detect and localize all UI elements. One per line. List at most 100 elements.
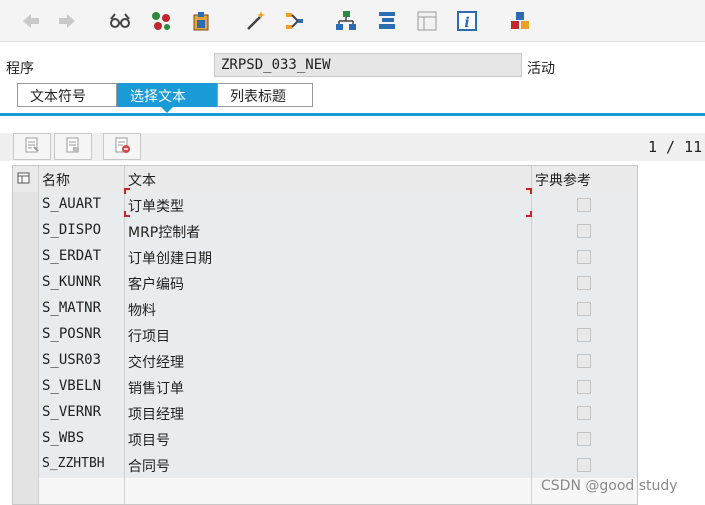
tab-selection-texts[interactable]: 选择文本 bbox=[117, 83, 217, 113]
table-header-row: 名称 文本 字典参考 bbox=[13, 166, 637, 192]
row-selector[interactable] bbox=[13, 374, 39, 400]
dictionary-ref-checkbox[interactable] bbox=[577, 198, 591, 212]
selection-text-input[interactable]: 物料 bbox=[125, 296, 532, 322]
dictionary-ref-checkbox[interactable] bbox=[577, 380, 591, 394]
glasses-display-icon[interactable] bbox=[107, 8, 133, 34]
selection-name: S_VERNR bbox=[39, 400, 125, 426]
dictionary-ref-cell bbox=[532, 400, 637, 426]
row-selector[interactable] bbox=[13, 218, 39, 244]
empty-text-cell[interactable] bbox=[125, 478, 532, 504]
table-row: S_ZZHTBH 合同号 bbox=[13, 452, 637, 478]
table-toolbar bbox=[0, 133, 705, 161]
dictionary-ref-cell bbox=[532, 426, 637, 452]
tab-text-symbols[interactable]: 文本符号 bbox=[17, 83, 117, 107]
dictionary-ref-checkbox[interactable] bbox=[577, 302, 591, 316]
selection-name: S_AUART bbox=[39, 192, 125, 218]
table-row: S_ERDAT 订单创建日期 bbox=[13, 244, 637, 270]
selection-name: S_KUNNR bbox=[39, 270, 125, 296]
dictionary-ref-cell bbox=[532, 192, 637, 218]
tab-strip: 文本符号 选择文本 列表标题 bbox=[17, 83, 313, 113]
dictionary-ref-checkbox[interactable] bbox=[577, 276, 591, 290]
row-selector[interactable] bbox=[13, 322, 39, 348]
svg-text:i: i bbox=[464, 15, 469, 31]
dictionary-ref-checkbox[interactable] bbox=[577, 328, 591, 342]
dictionary-ref-cell bbox=[532, 452, 637, 478]
row-selector[interactable] bbox=[13, 192, 39, 218]
program-label: 程序 bbox=[6, 61, 34, 77]
selection-name: S_DISPO bbox=[39, 218, 125, 244]
tab-list-headings[interactable]: 列表标题 bbox=[217, 83, 313, 107]
dictionary-ref-checkbox[interactable] bbox=[577, 406, 591, 420]
selection-name: S_MATNR bbox=[39, 296, 125, 322]
object-list-icon[interactable] bbox=[148, 8, 174, 34]
selection-text-input[interactable]: 客户编码 bbox=[125, 270, 532, 296]
selection-name: S_VBELN bbox=[39, 374, 125, 400]
selection-text-input[interactable]: 行项目 bbox=[125, 322, 532, 348]
selection-name: S_POSNR bbox=[39, 322, 125, 348]
dictionary-ref-checkbox[interactable] bbox=[577, 224, 591, 238]
watermark-text: CSDN @good study bbox=[541, 478, 678, 494]
application-toolbar: i bbox=[0, 0, 705, 42]
dictionary-ref-cell bbox=[532, 218, 637, 244]
program-status: 活动 bbox=[527, 61, 555, 77]
selection-text-input[interactable]: MRP控制者 bbox=[125, 218, 532, 244]
table-row: S_VERNR 项目经理 bbox=[13, 400, 637, 426]
document-delete-icon bbox=[113, 136, 131, 158]
selection-text-input[interactable]: 合同号 bbox=[125, 452, 532, 478]
selection-name: S_WBS bbox=[39, 426, 125, 452]
info-icon[interactable]: i bbox=[454, 8, 480, 34]
table-row: S_POSNR 行项目 bbox=[13, 322, 637, 348]
row-selector[interactable] bbox=[13, 244, 39, 270]
dictionary-ref-checkbox[interactable] bbox=[577, 250, 591, 264]
magic-wand-icon[interactable] bbox=[243, 8, 269, 34]
dictionary-ref-cell bbox=[532, 348, 637, 374]
dictionary-ref-checkbox[interactable] bbox=[577, 354, 591, 368]
dictionary-ref-checkbox[interactable] bbox=[577, 432, 591, 446]
clipboard-icon[interactable] bbox=[188, 8, 214, 34]
row-selector[interactable] bbox=[13, 400, 39, 426]
column-header-dictionary-ref[interactable]: 字典参考 bbox=[532, 166, 637, 192]
delete-row-button[interactable] bbox=[103, 133, 141, 160]
focus-corner-mark bbox=[526, 188, 532, 194]
forward-arrow-icon[interactable] bbox=[54, 8, 80, 34]
selection-text-input[interactable]: 订单类型 bbox=[125, 192, 532, 218]
column-header-name[interactable]: 名称 bbox=[39, 166, 125, 192]
row-selector[interactable] bbox=[13, 270, 39, 296]
empty-name-cell bbox=[39, 478, 125, 504]
selection-name: S_ERDAT bbox=[39, 244, 125, 270]
back-arrow-icon[interactable] bbox=[18, 8, 44, 34]
selection-text-input[interactable]: 订单创建日期 bbox=[125, 244, 532, 270]
select-all-button[interactable] bbox=[54, 133, 92, 160]
table-row: S_AUART 订单类型 bbox=[13, 192, 637, 218]
document-select-icon bbox=[64, 136, 82, 158]
selection-text-table: 名称 文本 字典参考 S_AUART 订单类型 S_DISPO MRP控制者 S… bbox=[12, 165, 638, 505]
navigation-icon[interactable] bbox=[374, 8, 400, 34]
window-layout-icon[interactable] bbox=[414, 8, 440, 34]
where-used-icon[interactable] bbox=[281, 8, 307, 34]
selection-text-input[interactable]: 销售订单 bbox=[125, 374, 532, 400]
dictionary-ref-cell bbox=[532, 270, 637, 296]
dictionary-ref-cell bbox=[532, 374, 637, 400]
hierarchy-icon[interactable] bbox=[333, 8, 359, 34]
row-selector[interactable] bbox=[13, 296, 39, 322]
row-selector[interactable] bbox=[13, 348, 39, 374]
selection-text-input[interactable]: 项目经理 bbox=[125, 400, 532, 426]
selection-text-input[interactable]: 项目号 bbox=[125, 426, 532, 452]
details-button[interactable] bbox=[13, 133, 51, 160]
focus-corner-mark bbox=[124, 188, 130, 194]
focus-corner-mark bbox=[526, 211, 532, 217]
row-selector[interactable] bbox=[13, 478, 39, 504]
table-row: S_VBELN 销售订单 bbox=[13, 374, 637, 400]
dictionary-ref-cell bbox=[532, 244, 637, 270]
select-all-rows-icon[interactable] bbox=[13, 166, 39, 192]
selection-text-input[interactable]: 交付经理 bbox=[125, 348, 532, 374]
row-selector[interactable] bbox=[13, 452, 39, 478]
column-header-text[interactable]: 文本 bbox=[125, 166, 532, 192]
stack-icon[interactable] bbox=[507, 8, 533, 34]
table-row: S_DISPO MRP控制者 bbox=[13, 218, 637, 244]
dictionary-ref-checkbox[interactable] bbox=[577, 458, 591, 472]
table-row: S_WBS 项目号 bbox=[13, 426, 637, 452]
program-name-field[interactable]: ZRPSD_033_NEW bbox=[214, 53, 522, 77]
row-selector[interactable] bbox=[13, 426, 39, 452]
document-details-icon bbox=[23, 136, 41, 158]
